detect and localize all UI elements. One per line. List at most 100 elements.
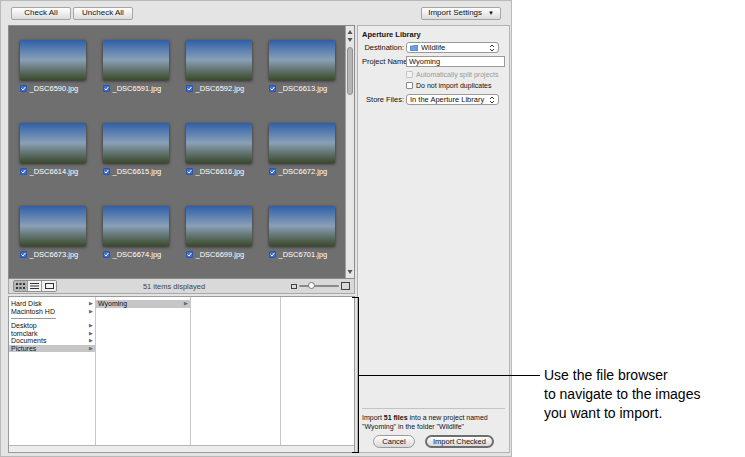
option-checkbox[interactable] [406,71,413,78]
import-settings-menu[interactable]: Import Settings▼ [421,7,501,20]
thumbnail-name: _DSC6592.jpg [196,84,245,93]
browser-item[interactable]: tomclark▶ [9,330,95,338]
thumbnail-checkbox[interactable] [103,168,110,175]
thumbnail-name: _DSC6590.jpg [30,84,79,93]
project-name-label: Project Name: [362,57,404,66]
filmstrip-view-icon [45,283,54,289]
thumbnail-name: _DSC6701.jpg [279,250,328,259]
photo [20,206,86,246]
horizontal-scrollbar[interactable] [9,445,354,452]
photo [186,40,252,80]
photo [20,123,86,163]
dialog-button[interactable]: Cancel [373,435,415,448]
thumbnail-name: _DSC6673.jpg [30,250,79,259]
toolbar-button[interactable]: Check All [11,7,71,20]
check-icon [21,252,26,257]
view-button[interactable] [42,281,56,291]
thumbnail-name: _DSC6674.jpg [113,250,162,259]
folder-icon [410,45,418,51]
toolbar-button[interactable]: Uncheck All [73,7,133,20]
photo [186,206,252,246]
thumbnail[interactable]: _DSC6613.jpg [260,40,343,123]
browser-item[interactable]: Documents▶ [9,337,95,345]
toolbar: Check AllUncheck All Import Settings▼ [1,1,511,25]
destination-label: Destination: [362,43,404,52]
scroll-down-icon[interactable] [347,269,353,275]
thumbnail-name: _DSC6672.jpg [279,167,328,176]
thumbnail[interactable]: _DSC6699.jpg [177,206,260,289]
thumbnail[interactable]: _DSC6674.jpg [94,206,177,289]
check-icon [270,252,275,257]
thumbnail[interactable]: _DSC6590.jpg [11,40,94,123]
dialog-button[interactable]: Import Checked [425,435,494,448]
thumbnail-grid: _DSC6590.jpg _DSC6591.jpg _DSC6592.jpg _DSC… [9,26,345,278]
photo [269,206,335,246]
check-icon [104,169,109,174]
browser-column-list [191,297,281,445]
check-icon [270,169,275,174]
option-checkbox[interactable] [406,82,413,89]
browser-item[interactable]: Hard Disk▶ [9,300,95,308]
updown-arrows-icon [489,96,495,104]
import-summary: Import 51 files into a new project named… [362,408,505,431]
browser-column-list: Wyoming▶ [96,297,191,445]
check-icon [104,86,109,91]
thumbnail[interactable]: _DSC6615.jpg [94,123,177,206]
scroll-thumb[interactable] [347,47,353,95]
import-panel: Aperture Library Destination:WildlifeProj… [357,25,510,453]
thumbnail-checkbox[interactable] [269,251,276,258]
browser-item[interactable]: Macintosh HD▶ [9,308,95,316]
thumbnail-checkbox[interactable] [20,168,27,175]
panel-heading: Aperture Library [362,30,505,39]
small-image-icon [291,284,297,289]
thumbnail-checkbox[interactable] [103,85,110,92]
zoom-slider[interactable] [299,285,339,287]
grid-view-icon [16,283,25,289]
list-view-icon [30,283,39,289]
thumbnail-checkbox[interactable] [269,85,276,92]
thumbnail-checkbox[interactable] [20,85,27,92]
scroll-down-icon[interactable] [347,37,353,43]
browser-item[interactable]: Desktop▶ [9,322,95,330]
zoom-knob[interactable] [308,282,315,289]
thumbnail-checkbox[interactable] [186,168,193,175]
browser-item[interactable]: Wyoming▶ [96,300,190,308]
option-row[interactable]: Automatically split projects [406,70,505,79]
large-image-icon [341,282,350,290]
thumbnail-checkbox[interactable] [269,168,276,175]
destination-popup[interactable]: Wildlife [406,42,499,53]
thumbnail[interactable]: _DSC6673.jpg [11,206,94,289]
thumbnail-name: _DSC6614.jpg [30,167,79,176]
photo [269,40,335,80]
thumbnail-checkbox[interactable] [103,251,110,258]
scroll-up-icon[interactable] [347,29,353,35]
thumbnail[interactable]: _DSC6592.jpg [177,40,260,123]
thumbnail-checkbox[interactable] [186,251,193,258]
import-dialog: Check AllUncheck All Import Settings▼ _DSC… [0,0,512,457]
photo [20,40,86,80]
callout-line: you want to import. [544,404,700,423]
thumbnail-checkbox[interactable] [20,251,27,258]
option-row[interactable]: Do not import duplicates [406,81,505,90]
file-browser: Hard Disk▶Macintosh HD▶ Desktop▶tomclark▶… [8,296,355,453]
thumbnail[interactable]: _DSC6672.jpg [260,123,343,206]
check-icon [104,252,109,257]
photo [186,123,252,163]
callout-leader [359,375,540,376]
callout-line: to navigate to the images [544,385,700,404]
project-name-field[interactable]: Wyoming [406,56,505,67]
page: Check AllUncheck All Import Settings▼ _DSC… [0,0,745,457]
view-button[interactable] [14,281,28,291]
photo [103,206,169,246]
thumbnail[interactable]: _DSC6616.jpg [177,123,260,206]
vertical-scrollbar[interactable] [345,26,354,278]
thumbnail-name: _DSC6616.jpg [196,167,245,176]
browser-item[interactable]: Pictures▶ [9,345,95,353]
thumbnail[interactable]: _DSC6591.jpg [94,40,177,123]
view-button[interactable] [28,281,42,291]
store-files-popup[interactable]: In the Aperture Library [406,94,499,105]
thumbnail[interactable]: _DSC6614.jpg [11,123,94,206]
thumbnail[interactable]: _DSC6701.jpg [260,206,343,289]
store-files-label: Store Files: [362,95,404,104]
thumbnail-checkbox[interactable] [186,85,193,92]
